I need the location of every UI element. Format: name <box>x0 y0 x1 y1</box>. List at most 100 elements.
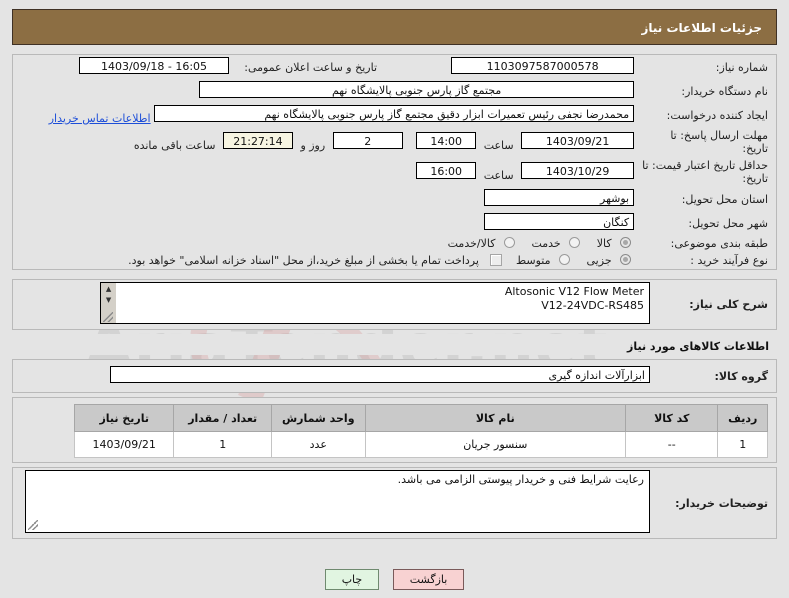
radio-subject-kala-khedmat-label: کالا/خدمت <box>447 237 496 250</box>
cell-need-date: 1403/09/21 <box>73 431 175 458</box>
buyer-org-input[interactable]: مجتمع گاز پارس جنوبی پالایشگاه نهم <box>199 81 635 98</box>
announce-datetime-input[interactable]: 16:05 - 1403/09/18 <box>79 57 230 74</box>
goods-table-body: 1 -- سنسور جریان عدد 1 1403/09/21 <box>73 431 768 458</box>
buyer-notes-label: توضیحات خریدار: <box>675 496 768 510</box>
response-deadline-hour-label: ساعت <box>483 139 514 152</box>
days-separator-label: روز و <box>300 139 326 152</box>
description-form: شرح کلی نیاز: Altosonic V12 Flow Meter V… <box>13 280 776 329</box>
goods-table-panel: ردیف کد کالا نام کالا واحد شمارش تعداد /… <box>12 397 777 463</box>
creator-input[interactable]: محمدرضا نجفی رئیس تعمیرات ابزار دقیق مجت… <box>154 105 635 122</box>
price-validity-hour-label: ساعت <box>483 169 514 182</box>
row-price-validity: حداقل تاریخ اعتبار قیمت: تا تاریخ: 1403/… <box>13 157 776 187</box>
announce-datetime-label: تاریخ و ساعت اعلان عمومی: <box>244 60 378 74</box>
header-bar-container: جزئیات اطلاعات نیاز <box>0 0 789 45</box>
remaining-days-input[interactable]: 2 <box>332 132 403 149</box>
price-validity-label-line1: حداقل تاریخ اعتبار قیمت: تا <box>642 159 768 172</box>
col-name: نام کالا <box>364 404 626 432</box>
buyer-org-label: نام دستگاه خریدار: <box>681 84 768 98</box>
creator-cell: محمدرضا نجفی رئیس تعمیرات ابزار دقیق مجت… <box>13 103 638 127</box>
back-button[interactable]: بازگشت <box>392 569 465 590</box>
row-city: شهر محل تحویل: کنگان <box>13 211 776 235</box>
remaining-time-label: ساعت باقی مانده <box>133 139 216 152</box>
need-number-input[interactable]: 1103097587000578 <box>451 57 635 74</box>
goods-table-head: ردیف کد کالا نام کالا واحد شمارش تعداد /… <box>73 404 768 432</box>
subject-class-cell: کالا خدمت کالا/خدمت <box>13 235 638 252</box>
price-validity-label: حداقل تاریخ اعتبار قیمت: تا تاریخ: <box>638 157 776 187</box>
radio-subject-kala-khedmat[interactable] <box>503 237 515 248</box>
row-response-deadline: مهلت ارسال پاسخ: تا تاریخ: 1403/09/21 سا… <box>13 127 776 157</box>
need-number-label: شماره نیاز: <box>715 60 768 74</box>
response-deadline-label-line2: تاریخ: <box>742 142 768 155</box>
cell-radif: 1 <box>717 431 768 458</box>
province-input[interactable]: بوشهر <box>484 189 635 206</box>
goods-table: ردیف کد کالا نام کالا واحد شمارش تعداد /… <box>73 404 768 458</box>
radio-purchase-jozii-label: جزیی <box>586 254 612 267</box>
city-cell: کنگان <box>13 211 638 235</box>
city-label: شهر محل تحویل: <box>688 216 768 230</box>
row-buyer-notes: توضیحات خریدار: رعایت شرایط فنی و خریدار… <box>13 468 776 538</box>
description-scrollbar[interactable]: ▲ ▼ <box>101 283 116 323</box>
buyer-notes-textarea-wrap: رعایت شرایط فنی و خریدار پیوستی الزامی م… <box>25 470 650 533</box>
col-need-date: تاریخ نیاز <box>73 404 175 432</box>
col-radif: ردیف <box>717 404 768 432</box>
response-deadline-date-input[interactable]: 1403/09/21 <box>521 132 635 149</box>
response-deadline-label: مهلت ارسال پاسخ: تا تاریخ: <box>638 127 776 157</box>
buyer-notes-resize-grip-icon[interactable] <box>28 520 38 530</box>
spacer-cell-1 <box>13 55 24 79</box>
radio-subject-kala-label: کالا <box>596 237 612 250</box>
radio-subject-kala[interactable] <box>620 237 632 248</box>
city-input[interactable]: کنگان <box>484 213 635 230</box>
announce-datetime-cell: 16:05 - 1403/09/18 <box>24 55 233 79</box>
need-info-panel: شماره نیاز: 1103097587000578 تاریخ و ساع… <box>12 54 777 270</box>
row-goods-group: گروه کالا: ابزارآلات اندازه گیری <box>13 364 776 388</box>
resize-grip-icon[interactable] <box>103 312 113 322</box>
scroll-down-icon[interactable]: ▼ <box>101 294 116 306</box>
page-title: جزئیات اطلاعات نیاز <box>12 9 777 45</box>
row-province: استان محل تحویل: بوشهر <box>13 187 776 211</box>
description-textarea[interactable]: Altosonic V12 Flow Meter V12-24VDC-RS485 <box>100 282 650 324</box>
goods-group-label: گروه کالا: <box>714 369 768 383</box>
radio-subject-khedmat[interactable] <box>569 237 581 248</box>
buyer-notes-panel: توضیحات خریدار: رعایت شرایط فنی و خریدار… <box>12 467 777 539</box>
radio-purchase-motavaset[interactable] <box>559 254 571 265</box>
cell-quantity: 1 <box>173 431 272 458</box>
print-button[interactable]: چاپ <box>324 569 380 590</box>
goods-group-cell: ابزارآلات اندازه گیری <box>13 364 654 388</box>
cell-name: سنسور جریان <box>364 431 626 458</box>
row-description: شرح کلی نیاز: Altosonic V12 Flow Meter V… <box>13 280 776 329</box>
price-validity-hour-input[interactable]: 16:00 <box>416 162 477 179</box>
description-cell: Altosonic V12 Flow Meter V12-24VDC-RS485… <box>13 280 654 329</box>
col-quantity: تعداد / مقدار <box>173 404 272 432</box>
treasury-bonds-label: پرداخت تمام یا بخشی از مبلغ خرید،از محل … <box>128 254 479 267</box>
response-deadline-hour-input[interactable]: 14:00 <box>416 132 477 149</box>
description-panel: شرح کلی نیاز: Altosonic V12 Flow Meter V… <box>12 279 777 330</box>
col-code: کد کالا <box>624 404 719 432</box>
need-info-form: شماره نیاز: 1103097587000578 تاریخ و ساع… <box>13 55 776 269</box>
response-deadline-cell: 1403/09/21 ساعت 14:00 2 روز و 21:27:14 س… <box>13 127 638 157</box>
row-subject-class: طبقه بندی موضوعی: کالا خدمت کالا/خدمت <box>13 235 776 252</box>
goods-group-panel: گروه کالا: ابزارآلات اندازه گیری <box>12 359 777 393</box>
table-row: 1 -- سنسور جریان عدد 1 1403/09/21 <box>73 431 768 458</box>
buyer-org-cell: مجتمع گاز پارس جنوبی پالایشگاه نهم <box>13 79 638 103</box>
response-deadline-label-line1: مهلت ارسال پاسخ: تا <box>670 129 768 142</box>
price-validity-date-input[interactable]: 1403/10/29 <box>521 162 635 179</box>
row-creator: ایجاد کننده درخواست: محمدرضا نجفی رئیس ت… <box>13 103 776 127</box>
price-validity-cell: 1403/10/29 ساعت 16:00 <box>13 157 638 187</box>
description-textarea-wrap: Altosonic V12 Flow Meter V12-24VDC-RS485… <box>100 282 650 324</box>
row-need-number: شماره نیاز: 1103097587000578 تاریخ و ساع… <box>13 55 776 79</box>
goods-panel: اطلاعات کالاهای مورد نیاز <box>12 334 777 355</box>
radio-purchase-motavaset-label: متوسط <box>515 254 551 267</box>
radio-purchase-jozii[interactable] <box>620 254 632 265</box>
subject-class-label: طبقه بندی موضوعی: <box>670 237 768 250</box>
buyer-contact-link[interactable]: اطلاعات تماس خریدار <box>49 112 151 125</box>
goods-group-input[interactable]: ابزارآلات اندازه گیری <box>110 366 650 383</box>
purchase-type-label: نوع فرآیند خرید : <box>690 254 768 267</box>
treasury-bonds-checkbox[interactable] <box>490 254 503 266</box>
province-cell: بوشهر <box>13 187 638 211</box>
purchase-type-cell: جزیی متوسط پرداخت تمام یا بخشی از مبلغ خ… <box>13 252 638 269</box>
buyer-notes-textarea[interactable]: رعایت شرایط فنی و خریدار پیوستی الزامی م… <box>25 470 650 533</box>
goods-section-title: اطلاعات کالاهای مورد نیاز <box>627 340 769 353</box>
countdown-timer: 21:27:14 <box>222 132 293 149</box>
province-label: استان محل تحویل: <box>681 192 768 206</box>
description-label: شرح کلی نیاز: <box>689 298 768 311</box>
